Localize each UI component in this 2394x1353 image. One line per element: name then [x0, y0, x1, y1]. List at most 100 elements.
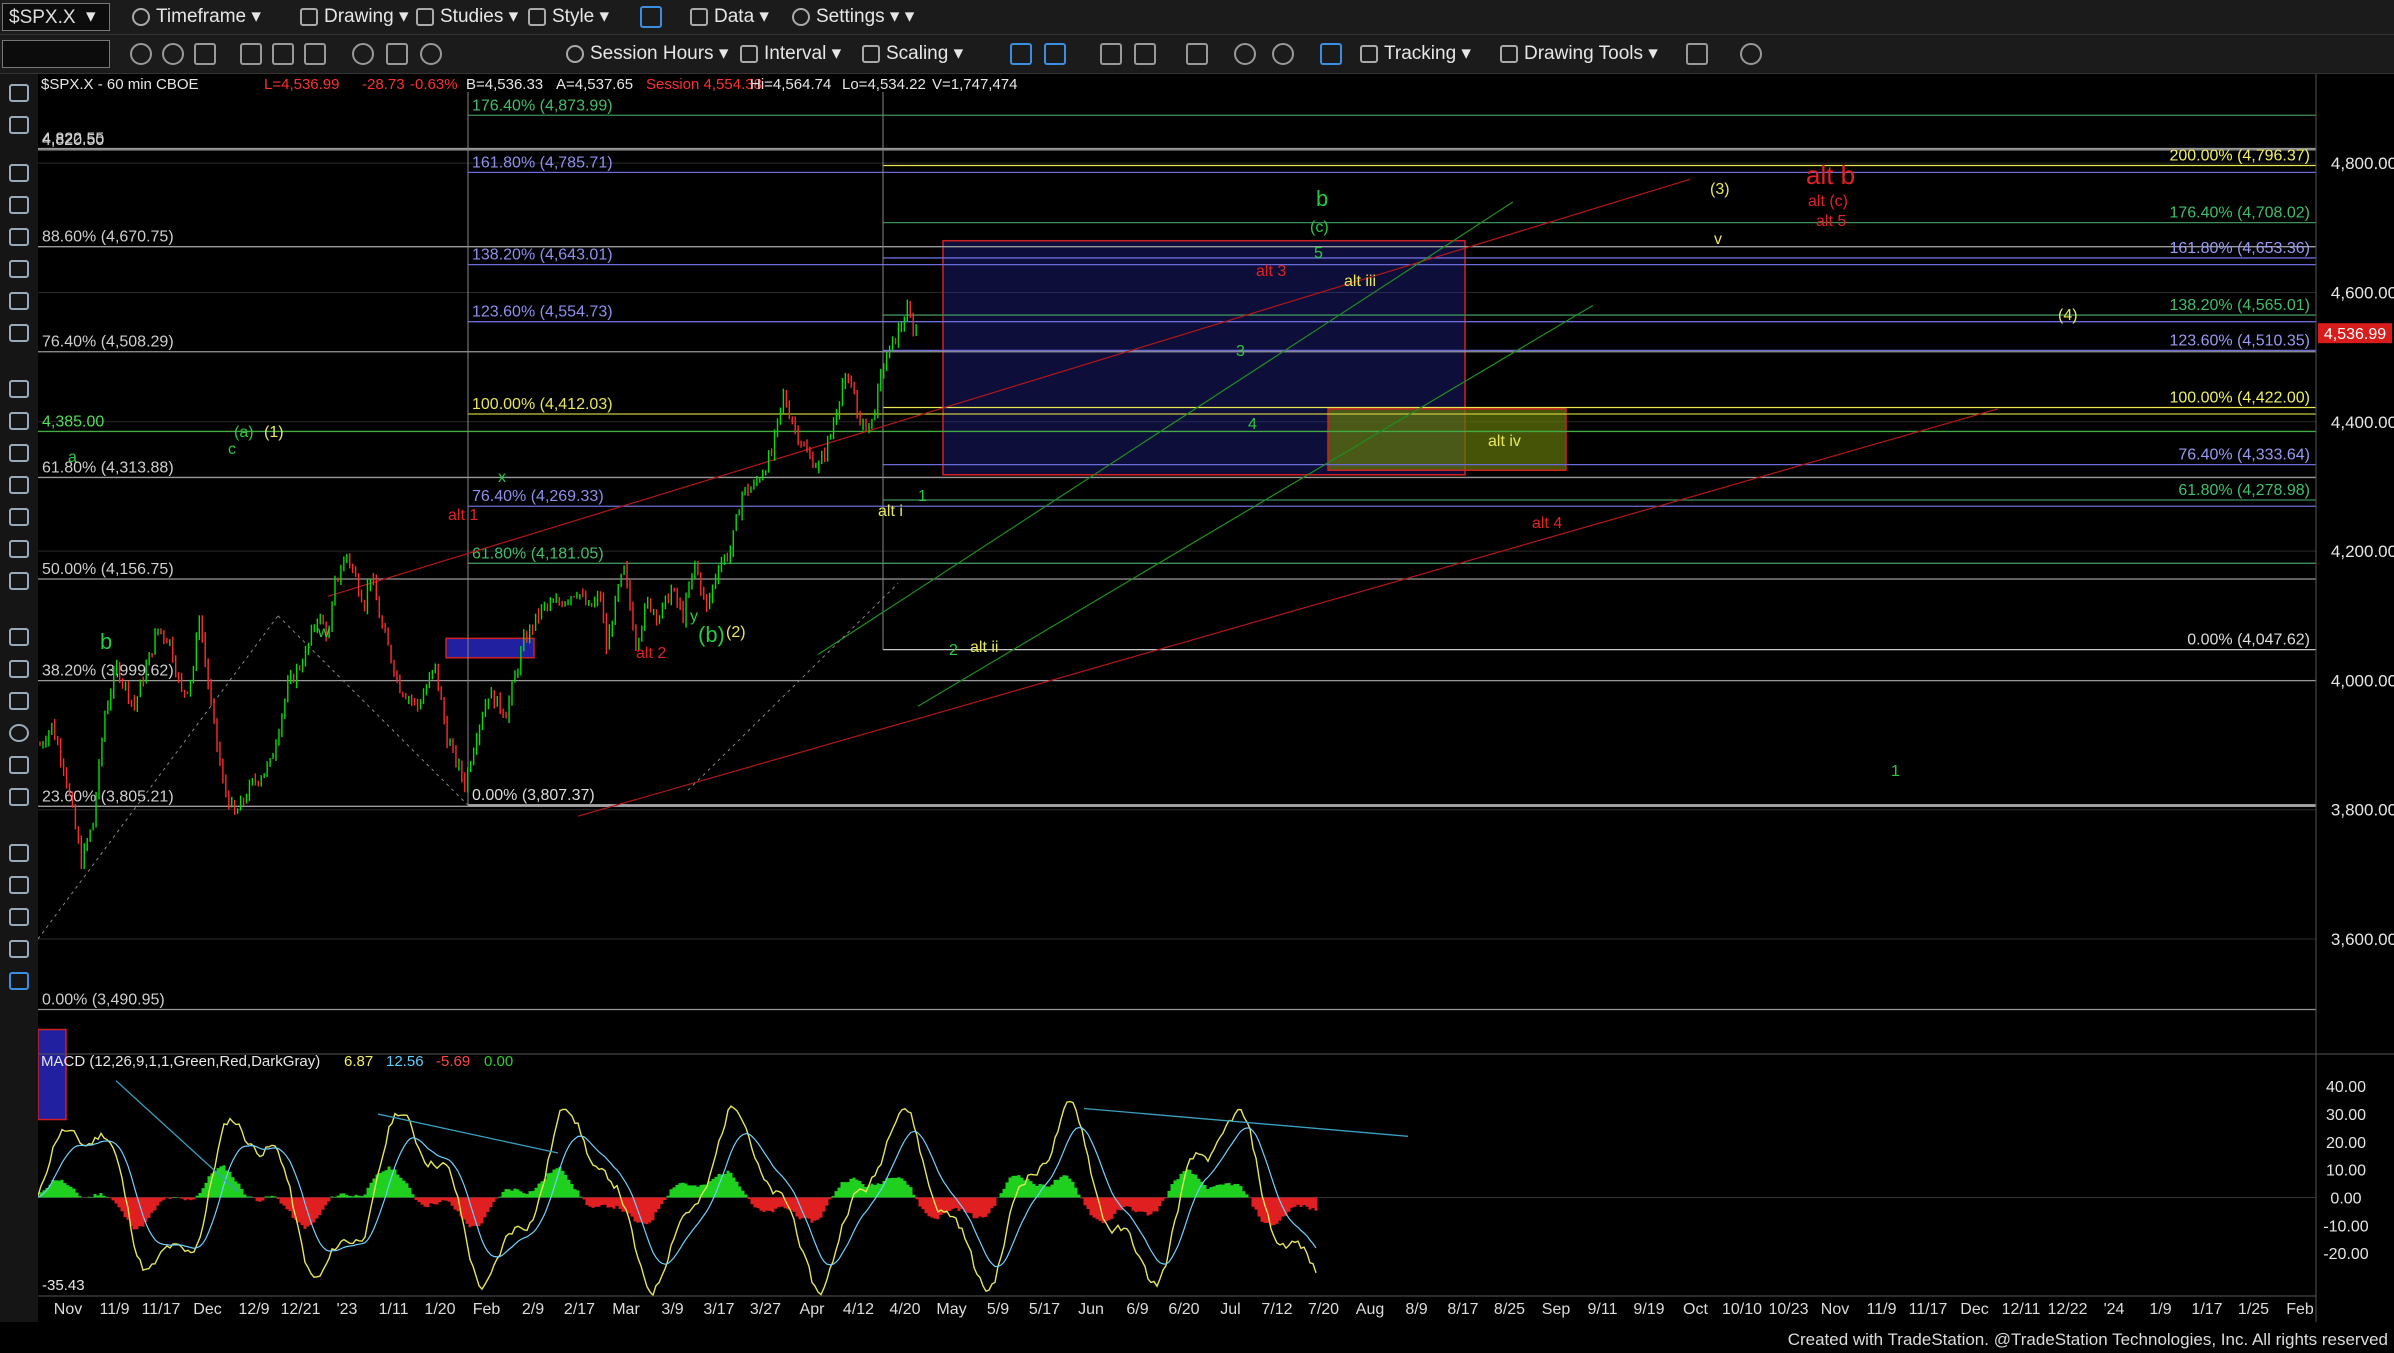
chart-title: $SPX.X - 60 min CBOE: [41, 76, 199, 93]
price-chart[interactable]: 176.40% (4,873.99)161.80% (4,785.71)138.…: [38, 74, 2394, 1322]
last-price-tag-label: 4,536.99: [2324, 326, 2386, 343]
macd-tick-label: 40.00: [2326, 1079, 2366, 1096]
fib-retracement-icon[interactable]: [9, 444, 29, 462]
time-tick-label: 10/23: [1768, 1301, 1808, 1318]
trendline-icon[interactable]: [9, 164, 29, 182]
pen-icon[interactable]: [9, 844, 29, 862]
timeframe-label: Timeframe: [156, 6, 247, 27]
circle-icon[interactable]: [130, 43, 152, 65]
tracking-button[interactable]: Tracking ▾: [1360, 40, 1471, 68]
arrow-down-icon[interactable]: [9, 660, 29, 678]
interval-input[interactable]: [2, 40, 110, 68]
fib-far-label: 38.20% (3,999.62): [42, 663, 174, 680]
search-icon[interactable]: [420, 43, 442, 65]
regression-icon[interactable]: [9, 572, 29, 590]
horizontal-line-icon[interactable]: [9, 228, 29, 246]
wave-label-yellow: (4): [2058, 307, 2078, 324]
time-tick-label: Mar: [612, 1301, 640, 1318]
layout-icon[interactable]: [304, 43, 326, 65]
table-icon[interactable]: [194, 43, 216, 65]
crosshair-tool-icon[interactable]: [9, 116, 29, 134]
macd-min-label: -35.43: [42, 1277, 85, 1294]
ellipse-icon[interactable]: [9, 724, 29, 742]
fib-far-label: 4,822.55: [42, 131, 104, 148]
fib-icon[interactable]: [9, 292, 29, 310]
rectangle-icon[interactable]: [9, 756, 29, 774]
ohlc-icon[interactable]: [1100, 43, 1122, 65]
time-tick-label: 8/9: [1405, 1301, 1427, 1318]
eraser-icon[interactable]: [9, 876, 29, 894]
wave-label-green: w: [317, 624, 330, 641]
data-button[interactable]: Data ▾: [690, 3, 769, 31]
export-icon[interactable]: [1686, 43, 1708, 65]
grid-icon[interactable]: [1320, 43, 1342, 65]
print-icon[interactable]: [386, 43, 408, 65]
spiral-icon[interactable]: [9, 508, 29, 526]
time-tick-label: 4/12: [843, 1301, 874, 1318]
arrow-up-icon[interactable]: [9, 692, 29, 710]
pencil-icon: [300, 7, 318, 26]
studies-button[interactable]: Studies ▾: [416, 3, 518, 31]
settings-label: Settings: [816, 6, 885, 27]
wave-label-green: y: [690, 608, 698, 625]
time-tick-label: 1/9: [2149, 1301, 2171, 1318]
timeframe-button[interactable]: Timeframe ▾: [132, 3, 261, 31]
volume: V=1,747,474: [932, 76, 1018, 93]
session-hours-button[interactable]: Session Hours ▾: [566, 40, 728, 68]
link-icon[interactable]: [640, 6, 662, 28]
wave-label-yellow: v: [1714, 231, 1722, 248]
macd-tick-label: 30.00: [2326, 1107, 2366, 1124]
fib-extension-icon[interactable]: [9, 412, 29, 430]
highlighter-icon[interactable]: [9, 940, 29, 958]
zoom-icon[interactable]: [352, 43, 374, 65]
vertical-line-icon[interactable]: [9, 260, 29, 278]
channel-icon[interactable]: [9, 324, 29, 342]
chat-icon[interactable]: [1740, 43, 1762, 65]
bar-icon[interactable]: [1044, 43, 1066, 65]
drawing-button[interactable]: Drawing ▾: [300, 3, 409, 31]
drawing-tools-button[interactable]: Drawing Tools ▾: [1500, 40, 1658, 68]
fib-left-label: 100.00% (4,412.03): [472, 396, 613, 413]
time-tick-label: 3/9: [661, 1301, 683, 1318]
text-icon[interactable]: [9, 788, 29, 806]
speed-lines-icon[interactable]: [9, 476, 29, 494]
scaling-button[interactable]: Scaling ▾: [862, 40, 963, 68]
ray-icon[interactable]: [9, 196, 29, 214]
tracking-label: Tracking: [1384, 43, 1457, 64]
pointer-icon[interactable]: [9, 84, 29, 102]
net-change: -28.73: [362, 76, 405, 93]
annotation-icon[interactable]: [9, 972, 29, 990]
macd-readout: 6.87: [344, 1053, 373, 1070]
interval-button[interactable]: Interval ▾: [740, 40, 841, 68]
wave-label-red: alt 2: [636, 645, 666, 662]
wave-label-yellow: alt i: [878, 503, 903, 520]
time-tick-label: Jul: [1220, 1301, 1240, 1318]
credit-line: Created with TradeStation. @TradeStation…: [1787, 1330, 2388, 1349]
ruler-icon[interactable]: [9, 908, 29, 926]
zoom-out-icon[interactable]: [1272, 43, 1294, 65]
zoom-in-icon[interactable]: [1234, 43, 1256, 65]
panel-icon[interactable]: [1186, 43, 1208, 65]
circle-icon-2[interactable]: [162, 43, 184, 65]
time-tick-label: 1/25: [2238, 1301, 2269, 1318]
gann-icon[interactable]: [9, 380, 29, 398]
price-tick-label: 3,800.00: [2331, 801, 2394, 820]
time-tick-label: 9/11: [1588, 1301, 1618, 1318]
time-tick-label: 2/9: [522, 1301, 544, 1318]
settings-button[interactable]: Settings ▾ ▾: [792, 3, 914, 31]
window-icon-2[interactable]: [272, 43, 294, 65]
candle-icon[interactable]: [1010, 43, 1032, 65]
fib-far-label: 76.40% (4,508.29): [42, 334, 174, 351]
line-icon[interactable]: [1134, 43, 1156, 65]
wave-label-yellow: (1): [264, 424, 284, 441]
fib-far-label: 50.00% (4,156.75): [42, 561, 174, 578]
arc-icon[interactable]: [9, 628, 29, 646]
wave-label-green: b: [100, 629, 112, 654]
window-icon[interactable]: [240, 43, 262, 65]
style-button[interactable]: Style ▾: [528, 3, 609, 31]
interval-icon: [740, 44, 758, 63]
pitchfork-icon[interactable]: [9, 540, 29, 558]
symbol-dropdown-icon[interactable]: ▾: [86, 3, 96, 31]
time-tick-label: 5/17: [1029, 1301, 1060, 1318]
time-tick-label: 7/12: [1261, 1301, 1292, 1318]
